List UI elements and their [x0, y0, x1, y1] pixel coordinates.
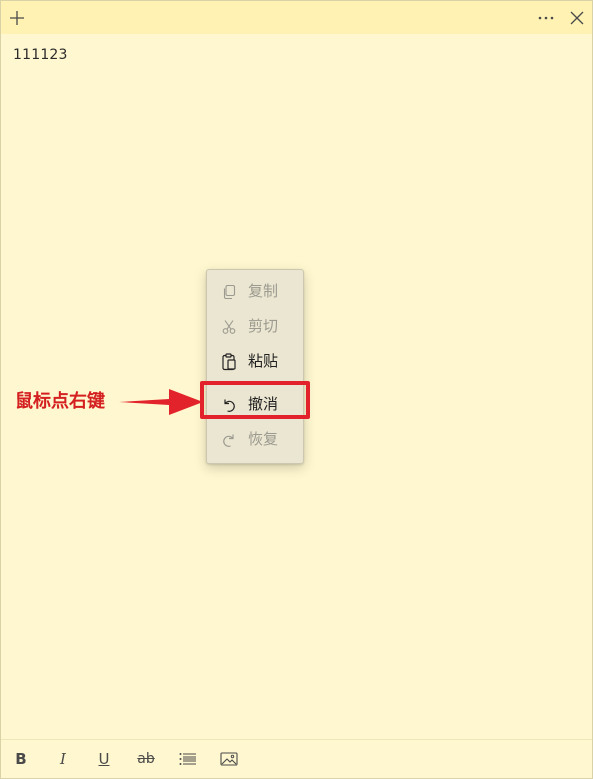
italic-button[interactable]: I — [53, 749, 73, 769]
menu-item-copy[interactable]: 复制 — [207, 276, 303, 308]
format-toolbar: B I U ab — [1, 739, 592, 778]
image-button[interactable] — [219, 749, 239, 769]
more-icon-svg — [538, 16, 554, 20]
title-bar — [1, 1, 592, 34]
arrow-icon — [119, 389, 203, 415]
bold-button[interactable]: B — [11, 749, 31, 769]
menu-item-label: 剪切 — [248, 318, 279, 335]
more-icon[interactable] — [535, 7, 557, 29]
paste-icon — [219, 352, 239, 372]
plus-icon[interactable] — [6, 7, 28, 29]
copy-icon — [219, 282, 239, 302]
list-button[interactable] — [178, 749, 198, 769]
cut-icon — [219, 317, 239, 337]
list-icon — [179, 753, 196, 765]
strikethrough-button[interactable]: ab — [136, 749, 156, 769]
plus-icon-svg — [10, 11, 24, 25]
context-menu: 复制 剪切 粘贴 撤消 恢复 — [206, 269, 304, 464]
redo-icon — [219, 430, 239, 450]
menu-item-label: 恢复 — [248, 431, 279, 448]
menu-item-redo[interactable]: 恢复 — [207, 424, 303, 456]
close-icon[interactable] — [566, 7, 588, 29]
underline-button[interactable]: U — [94, 749, 114, 769]
sticky-note-window: 111123 复制 剪切 粘贴 撤消 恢复 鼠标点右键 B I U ab — [0, 0, 593, 779]
image-icon — [220, 752, 238, 766]
menu-item-paste[interactable]: 粘贴 — [207, 346, 303, 378]
note-content[interactable]: 111123 — [13, 47, 68, 63]
menu-item-cut[interactable]: 剪切 — [207, 311, 303, 343]
close-icon-svg — [570, 11, 584, 25]
annotation-label: 鼠标点右键 — [15, 391, 105, 412]
highlight-box — [200, 381, 310, 419]
menu-item-label: 复制 — [248, 283, 279, 300]
menu-item-label: 粘贴 — [248, 353, 279, 370]
